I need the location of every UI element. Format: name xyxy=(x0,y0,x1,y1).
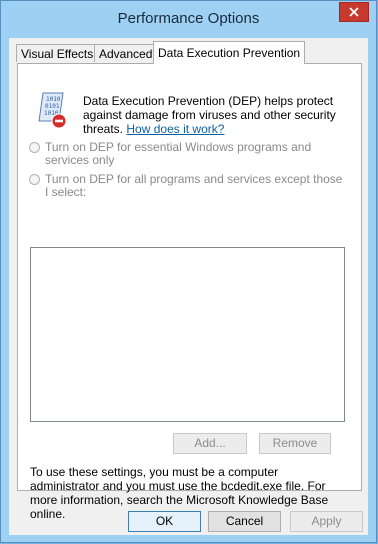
dep-description: Data Execution Prevention (DEP) helps pr… xyxy=(83,94,338,136)
title-bar[interactable]: Performance Options xyxy=(1,1,376,37)
remove-button[interactable]: Remove xyxy=(259,433,331,454)
dialog-client-area: Visual Effects Advanced Data Execution P… xyxy=(9,38,368,535)
dep-tab-panel: 1010 0101 1010 Data Execution Prevention… xyxy=(17,63,362,521)
radio-all-except-label: Turn on DEP for all programs and service… xyxy=(45,172,343,199)
window-title: Performance Options xyxy=(117,10,260,27)
tab-visual-effects[interactable]: Visual Effects xyxy=(16,44,99,62)
apply-button[interactable]: Apply xyxy=(290,511,363,532)
svg-text:1010: 1010 xyxy=(46,96,61,103)
cancel-button[interactable]: Cancel xyxy=(208,511,281,532)
tab-advanced[interactable]: Advanced xyxy=(94,44,158,62)
radio-essential[interactable] xyxy=(29,142,40,153)
close-button[interactable] xyxy=(339,2,369,22)
exception-programs-list[interactable] xyxy=(30,247,345,422)
svg-text:0101: 0101 xyxy=(45,103,60,110)
dep-shield-icon: 1010 0101 1010 xyxy=(38,92,67,129)
radio-essential-label: Turn on DEP for essential Windows progra… xyxy=(45,140,312,167)
radio-all-except[interactable] xyxy=(29,174,40,185)
add-button[interactable]: Add... xyxy=(173,433,247,454)
performance-options-window: Performance Options Visual Effects Advan… xyxy=(0,0,377,543)
ok-button[interactable]: OK xyxy=(128,511,201,532)
how-does-it-work-link[interactable]: How does it work? xyxy=(126,122,224,136)
close-icon xyxy=(349,7,359,17)
tab-data-execution-prevention[interactable]: Data Execution Prevention xyxy=(153,41,306,64)
